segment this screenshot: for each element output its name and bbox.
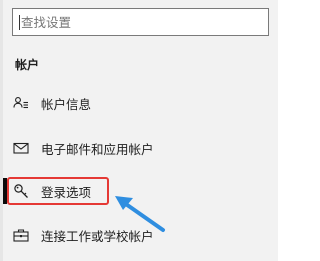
mail-icon [13,140,29,156]
briefcase-icon [13,227,29,243]
search-input[interactable] [21,9,251,35]
settings-window: 帐户 帐户信息 电子邮件和应用帐户 [0,0,278,261]
search-box[interactable] [12,8,269,36]
nav-item-account-info[interactable]: 帐户信息 [3,86,278,120]
settings-nav-pane: 帐户 帐户信息 电子邮件和应用帐户 [3,0,278,261]
nav-item-email-app-accounts[interactable]: 电子邮件和应用帐户 [3,131,278,165]
annotation-arrow-icon [115,196,165,232]
nav-item-label: 帐户信息 [41,97,92,112]
nav-item-label: 电子邮件和应用帐户 [41,142,154,157]
section-title: 帐户 [15,58,40,72]
person-list-icon [13,95,29,111]
annotation-highlight-box [7,177,109,205]
text-caret [19,15,20,30]
